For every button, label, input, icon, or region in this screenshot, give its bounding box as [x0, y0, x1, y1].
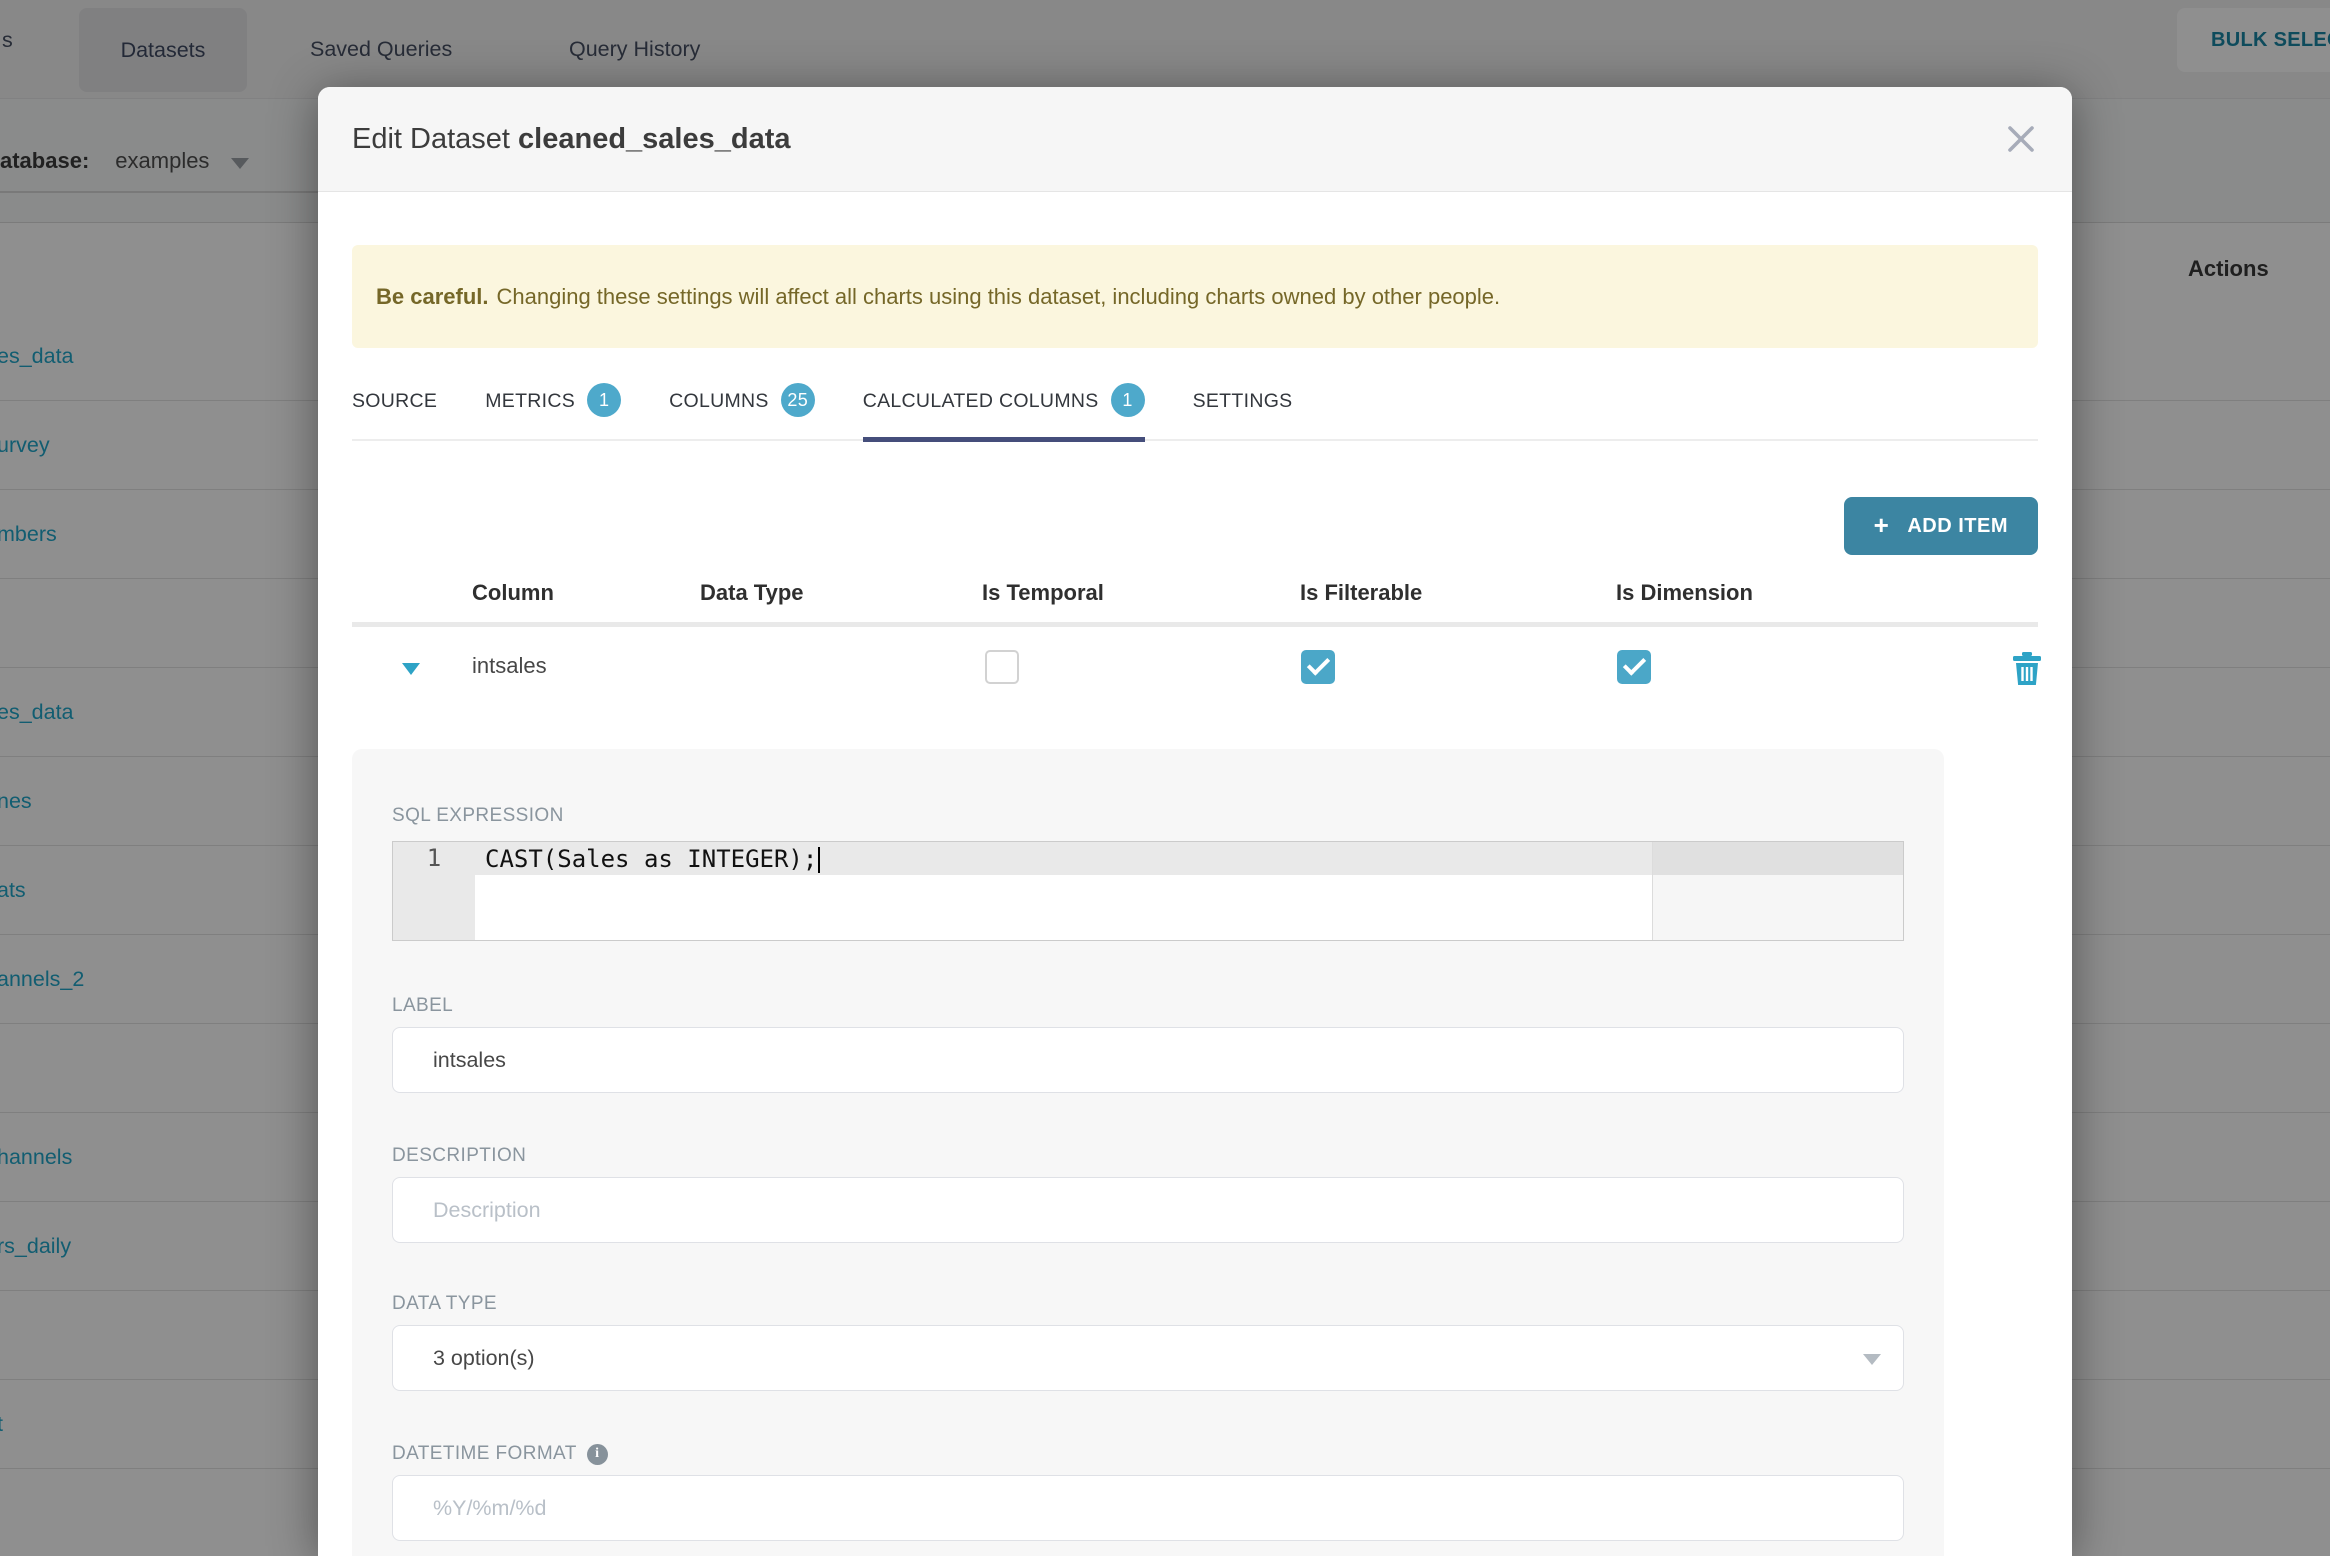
metrics-count-badge: 1	[587, 383, 622, 417]
modal-title-prefix: Edit Dataset	[352, 122, 510, 155]
warning-text: Changing these settings will affect all …	[496, 283, 1501, 309]
tab-source[interactable]: SOURCE	[352, 368, 437, 439]
tab-columns[interactable]: COLUMNS 25	[669, 368, 815, 439]
calculated-columns-count-badge: 1	[1110, 383, 1145, 417]
sql-expression-label: SQL EXPRESSION	[392, 805, 564, 826]
modal-header: Edit Dataset cleaned_sales_data	[318, 87, 2072, 192]
tab-settings[interactable]: SETTINGS	[1193, 368, 1293, 439]
modal-tabs: SOURCE METRICS 1 COLUMNS 25 CALCULATED C…	[352, 368, 2038, 442]
warning-banner: Be careful. Changing these settings will …	[352, 245, 2038, 348]
calculated-column-detail-panel: SQL EXPRESSION 1 CAST(Sales as INTEGER);…	[352, 749, 1944, 1556]
label-field-group: LABEL	[392, 995, 1904, 1093]
text-cursor	[818, 847, 821, 873]
column-header-is-filterable: Is Filterable	[1300, 580, 1423, 605]
select-caret-icon	[1863, 1354, 1881, 1365]
tab-calculated-columns[interactable]: CALCULATED COLUMNS 1	[862, 368, 1145, 442]
plus-icon: +	[1873, 509, 1890, 540]
tab-metrics[interactable]: METRICS 1	[485, 368, 622, 439]
calculated-columns-header-row: Column Data Type Is Temporal Is Filterab…	[352, 570, 2038, 622]
editor-gutter: 1	[393, 842, 475, 940]
warning-bold: Be careful.	[376, 283, 489, 309]
sql-code[interactable]: CAST(Sales as INTEGER);	[485, 843, 821, 876]
is-filterable-checkbox[interactable]	[1301, 650, 1335, 684]
description-field-group: DESCRIPTION	[392, 1145, 1904, 1243]
description-field-label: DESCRIPTION	[392, 1145, 527, 1166]
datetime-format-field-label: DATETIME FORMAT i	[392, 1443, 1904, 1465]
data-type-field-group: DATA TYPE 3 option(s)	[392, 1293, 1904, 1391]
modal-body: Be careful. Changing these settings will …	[318, 245, 2072, 1556]
data-type-selected-value: 3 option(s)	[433, 1345, 535, 1370]
edit-dataset-modal: Edit Dataset cleaned_sales_data Be caref…	[318, 87, 2072, 1556]
sql-expression-editor[interactable]: 1 CAST(Sales as INTEGER);	[392, 841, 1904, 941]
data-type-select[interactable]: 3 option(s)	[392, 1325, 1904, 1391]
add-item-row: + ADD ITEM	[352, 497, 2038, 555]
modal-title: Edit Dataset cleaned_sales_data	[352, 123, 791, 156]
column-header-column: Column	[472, 580, 554, 605]
datetime-format-input[interactable]	[392, 1475, 1904, 1541]
column-header-data-type: Data Type	[700, 580, 804, 605]
column-header-is-temporal: Is Temporal	[982, 580, 1104, 605]
is-dimension-checkbox[interactable]	[1617, 650, 1651, 684]
is-temporal-checkbox[interactable]	[985, 650, 1019, 684]
info-icon[interactable]: i	[586, 1443, 608, 1465]
calculated-column-row-intsales: intsales	[352, 627, 2041, 712]
modal-dataset-name: cleaned_sales_data	[518, 122, 791, 155]
close-icon[interactable]	[2004, 122, 2038, 156]
label-field-label: LABEL	[392, 995, 454, 1016]
datetime-format-field-group: DATETIME FORMAT i	[392, 1443, 1904, 1541]
columns-count-badge: 25	[780, 383, 815, 417]
add-item-button[interactable]: + ADD ITEM	[1843, 497, 2038, 555]
delete-trash-icon[interactable]	[2012, 651, 2042, 690]
column-header-is-dimension: Is Dimension	[1616, 580, 1753, 605]
editor-print-margin	[1652, 842, 1903, 940]
description-input[interactable]	[392, 1177, 1904, 1243]
data-type-field-label: DATA TYPE	[392, 1293, 497, 1314]
collapse-caret-icon[interactable]	[402, 663, 420, 675]
label-input[interactable]	[392, 1027, 1904, 1093]
calculated-column-name: intsales	[472, 653, 547, 678]
